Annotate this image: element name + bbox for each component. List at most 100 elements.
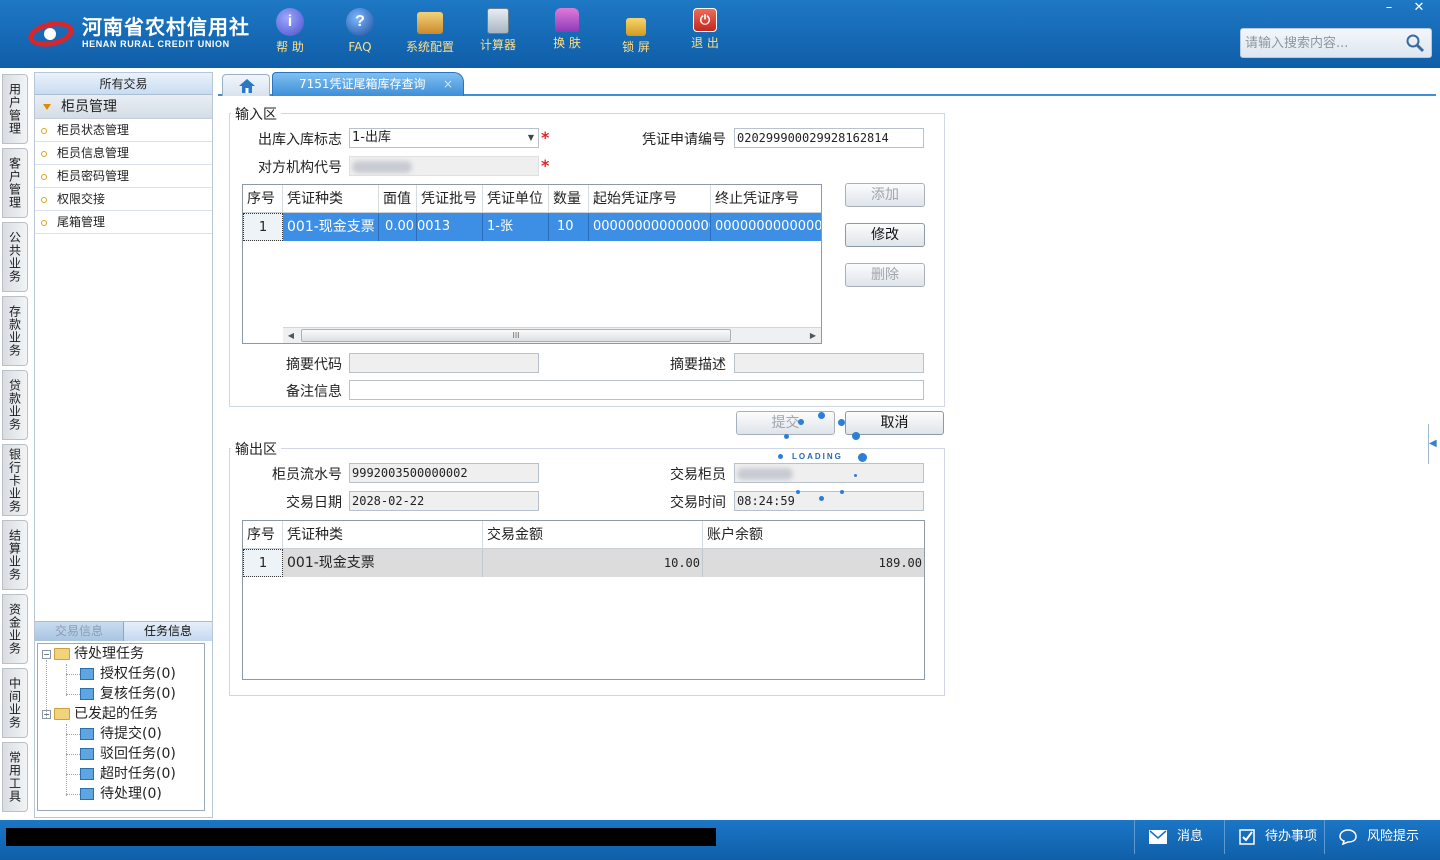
summary-code-input[interactable] bbox=[349, 353, 539, 373]
lock-screen-button[interactable]: 锁 屏 bbox=[601, 8, 671, 62]
col-header-type: 凭证种类 bbox=[283, 521, 483, 549]
table-row[interactable]: 1 001-现金支票 0.00 0013 1-张 10 000000000000… bbox=[243, 213, 821, 241]
task-list-icon bbox=[80, 748, 94, 760]
info-icon: i bbox=[276, 8, 304, 36]
close-window-button[interactable]: ✕ bbox=[1404, 0, 1434, 18]
task-list-icon bbox=[80, 788, 94, 800]
edit-button[interactable]: 修改 bbox=[845, 223, 925, 247]
tree-node-review[interactable]: 复核任务(0) bbox=[80, 684, 176, 704]
spinner-dot bbox=[838, 419, 845, 426]
envelope-icon bbox=[1149, 829, 1167, 844]
spinner-dot bbox=[818, 412, 825, 419]
module-tab-user[interactable]: 用户管理 bbox=[2, 74, 28, 144]
tab-voucher-inventory-query[interactable]: 7151凭证尾箱库存查询 × bbox=[272, 72, 464, 96]
summary-desc-input[interactable] bbox=[734, 353, 924, 373]
trade-time-label: 交易时间 bbox=[670, 495, 726, 511]
org-code-input[interactable] bbox=[349, 156, 539, 176]
tree-node-to-submit[interactable]: 待提交(0) bbox=[80, 724, 162, 744]
tree-node-rejected[interactable]: 驳回任务(0) bbox=[80, 744, 176, 764]
bullet-icon bbox=[41, 173, 47, 180]
lock-icon bbox=[626, 18, 646, 36]
col-header-qty: 数量 bbox=[549, 185, 589, 213]
tab-home[interactable] bbox=[222, 74, 270, 96]
scroll-thumb[interactable]: III bbox=[301, 329, 731, 342]
logo: 河南省农村信用社 HENAN RURAL CREDIT UNION bbox=[24, 12, 250, 54]
tree-node-initiated[interactable]: − 已发起的任务 bbox=[42, 704, 158, 724]
chat-bubble-icon bbox=[1339, 828, 1357, 845]
add-button[interactable]: 添加 bbox=[845, 183, 925, 207]
module-tab-public[interactable]: 公共业务 bbox=[2, 222, 28, 292]
task-list-icon bbox=[80, 688, 94, 700]
close-tab-icon[interactable]: × bbox=[443, 73, 453, 95]
module-tab-settlement[interactable]: 结算业务 bbox=[2, 520, 28, 590]
module-tab-loan[interactable]: 贷款业务 bbox=[2, 370, 28, 440]
collapse-icon[interactable]: − bbox=[42, 709, 51, 719]
task-list-icon bbox=[80, 728, 94, 740]
todo-button[interactable]: 待办事项 bbox=[1224, 820, 1324, 854]
module-tab-tools[interactable]: 常用工具 bbox=[2, 742, 28, 812]
sidebar-item-tail-box[interactable]: 尾箱管理 bbox=[35, 211, 212, 234]
input-area-legend: 输入区 bbox=[231, 104, 281, 124]
transaction-panel: 所有交易 柜员管理 柜员状态管理 柜员信息管理 柜员密码管理 权限交接 尾箱管理… bbox=[34, 72, 213, 818]
apply-no-label: 凭证申请编号 bbox=[642, 132, 726, 148]
tree-node-timeout[interactable]: 超时任务(0) bbox=[80, 764, 176, 784]
scroll-right-icon[interactable]: ▶ bbox=[805, 328, 821, 343]
tree-node-to-process[interactable]: 待处理(0) bbox=[80, 784, 162, 804]
spinner-dot bbox=[858, 453, 867, 462]
tree-node-pending[interactable]: − 待处理任务 bbox=[42, 644, 144, 664]
module-tab-funds[interactable]: 资金业务 bbox=[2, 594, 28, 664]
search-input[interactable] bbox=[1241, 29, 1401, 57]
horizontal-scrollbar[interactable]: ◀ III ▶ bbox=[283, 327, 821, 343]
dropdown-arrow-icon: ▼ bbox=[527, 133, 534, 142]
task-tree: − 待处理任务 授权任务(0) 复核任务(0) − 已发起的任务 待提交(0) 驳回… bbox=[37, 643, 205, 811]
folder-open-icon bbox=[54, 648, 70, 660]
question-icon: ? bbox=[346, 8, 374, 36]
search-icon[interactable] bbox=[1405, 33, 1425, 53]
tree-node-auth[interactable]: 授权任务(0) bbox=[80, 664, 176, 684]
spinner-dot bbox=[819, 496, 824, 501]
skin-button[interactable]: 换 肤 bbox=[532, 8, 602, 62]
flag-label: 出库入库标志 bbox=[258, 132, 342, 148]
sidebar-item-teller-password[interactable]: 柜员密码管理 bbox=[35, 165, 212, 188]
remark-input[interactable] bbox=[349, 380, 924, 400]
faq-button[interactable]: ? FAQ bbox=[325, 8, 395, 62]
sidebar-item-teller-status[interactable]: 柜员状态管理 bbox=[35, 119, 212, 142]
module-tab-customer[interactable]: 客户管理 bbox=[2, 148, 28, 218]
calculator-button[interactable]: 计算器 bbox=[463, 8, 533, 62]
serial-no-label: 柜员流水号 bbox=[272, 467, 342, 483]
tab-transaction-info[interactable]: 交易信息 bbox=[35, 622, 123, 641]
module-tab-card[interactable]: 银行卡业务 bbox=[2, 444, 28, 516]
sidebar-item-teller-info[interactable]: 柜员信息管理 bbox=[35, 142, 212, 165]
right-panel-toggle-icon[interactable]: ◀ bbox=[1428, 424, 1437, 464]
table-row[interactable]: 1 001-现金支票 10.00 189.00 bbox=[243, 549, 924, 577]
apply-no-input[interactable]: 02029990002992816281​4 bbox=[734, 128, 924, 148]
summary-code-label: 摘要代码 bbox=[286, 357, 342, 373]
scroll-left-icon[interactable]: ◀ bbox=[283, 328, 299, 343]
delete-button[interactable]: 删除 bbox=[845, 263, 925, 287]
tab-task-info[interactable]: 任务信息 bbox=[123, 622, 212, 641]
message-button[interactable]: 消息 bbox=[1134, 820, 1224, 854]
module-tab-deposit[interactable]: 存款业务 bbox=[2, 296, 28, 366]
col-header-batch: 凭证批号 bbox=[417, 185, 483, 213]
sidebar-item-permission-handover[interactable]: 权限交接 bbox=[35, 188, 212, 211]
calculator-icon bbox=[487, 8, 509, 34]
bullet-icon bbox=[41, 219, 47, 226]
help-button[interactable]: i 帮 助 bbox=[255, 8, 325, 62]
minimize-button[interactable]: – bbox=[1374, 0, 1404, 18]
folder-open-icon bbox=[54, 708, 70, 720]
checkbox-icon bbox=[1239, 828, 1255, 845]
expand-arrow-icon bbox=[43, 104, 51, 110]
col-header-seq: 序号 bbox=[243, 185, 283, 213]
collapse-icon[interactable]: − bbox=[42, 649, 51, 659]
logo-mark-icon bbox=[24, 16, 78, 51]
risk-alert-button[interactable]: 风险提示 bbox=[1324, 820, 1440, 854]
main-tab-bar: 7151凭证尾箱库存查询 × bbox=[218, 72, 1436, 96]
status-bar: 消息 待办事项 风险提示 bbox=[0, 820, 1440, 860]
org-code-label: 对方机构代号 bbox=[258, 160, 342, 176]
flag-select[interactable]: 1-出库 ▼ bbox=[349, 128, 539, 148]
all-transactions-header: 所有交易 bbox=[35, 73, 212, 95]
teller-management-group[interactable]: 柜员管理 bbox=[35, 95, 212, 119]
module-tab-intermediary[interactable]: 中间业务 bbox=[2, 668, 28, 738]
system-config-button[interactable]: 系统配置 bbox=[395, 8, 465, 62]
exit-button[interactable]: ⏻ 退 出 bbox=[670, 8, 740, 62]
